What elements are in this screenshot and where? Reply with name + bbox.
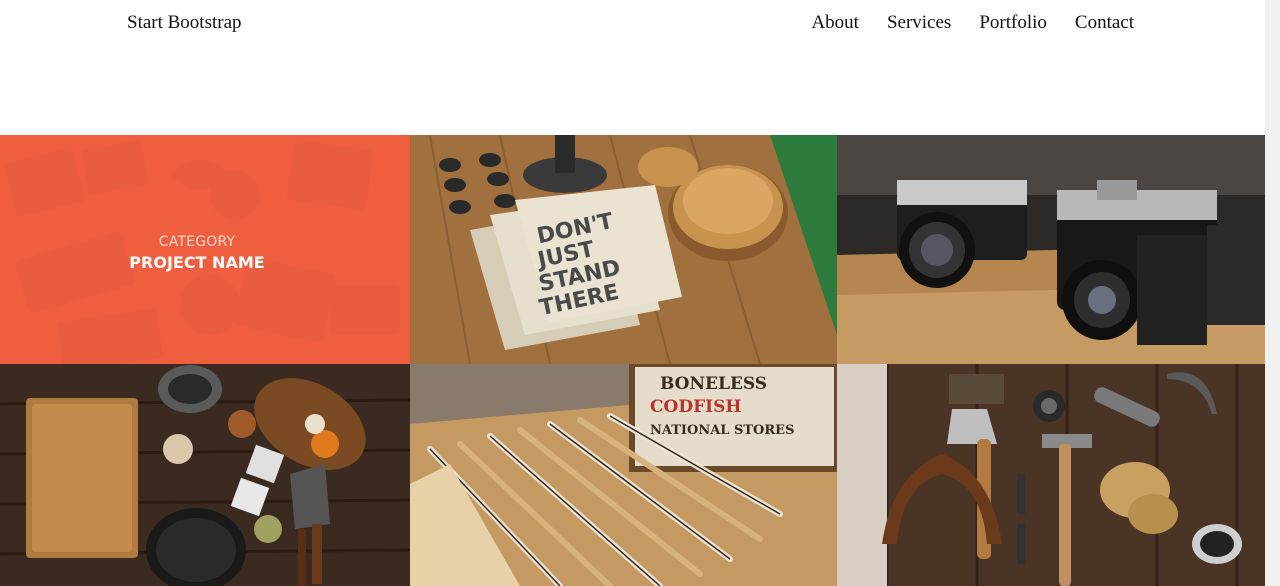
portfolio-image-2: DON'T JUST STAND THERE	[410, 135, 837, 364]
navbar: Start Bootstrap About Services Portfolio…	[0, 0, 1280, 48]
portfolio-image-5: BONELESS CODFISH NATIONAL STORES	[410, 364, 837, 586]
svg-text:NATIONAL STORES: NATIONAL STORES	[650, 423, 794, 438]
nav-links: About Services Portfolio Contact	[811, 12, 1134, 34]
portfolio-item-2[interactable]: DON'T JUST STAND THERE	[410, 135, 837, 364]
portfolio-item-4[interactable]	[0, 364, 410, 586]
portfolio-gallery: Category Project Name	[0, 135, 1265, 586]
portfolio-image-3	[837, 135, 1265, 364]
portfolio-image-6	[837, 364, 1265, 586]
project-category: Category	[158, 233, 236, 250]
nav-link-about[interactable]: About	[811, 12, 859, 34]
portfolio-item-1[interactable]: Category Project Name	[0, 135, 410, 364]
portfolio-image-4	[0, 364, 410, 586]
navbar-brand[interactable]: Start Bootstrap	[127, 12, 242, 34]
portfolio-caption: Category Project Name	[0, 135, 410, 364]
portfolio-item-5[interactable]: BONELESS CODFISH NATIONAL STORES	[410, 364, 837, 586]
svg-text:BONELESS: BONELESS	[660, 374, 767, 394]
scrollbar[interactable]	[1265, 0, 1280, 586]
svg-text:CODFISH: CODFISH	[650, 397, 741, 417]
portfolio-item-6[interactable]	[837, 364, 1265, 586]
nav-link-services[interactable]: Services	[887, 12, 951, 34]
nav-link-portfolio[interactable]: Portfolio	[979, 12, 1047, 34]
nav-link-contact[interactable]: Contact	[1075, 12, 1134, 34]
project-name: Project Name	[129, 252, 265, 272]
portfolio-item-3[interactable]	[837, 135, 1265, 364]
